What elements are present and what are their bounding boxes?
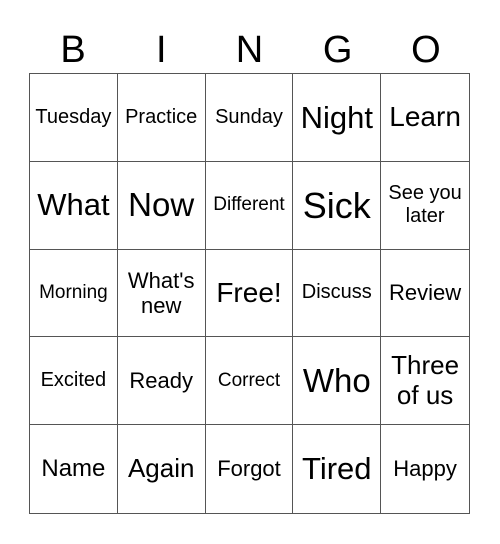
bingo-cell[interactable]: Three of us [381,337,469,426]
header-letter-o: O [411,29,441,71]
bingo-cell[interactable]: Discuss [293,249,382,338]
bingo-cell[interactable]: Learn [381,74,469,162]
bingo-cell[interactable]: Happy [381,425,469,513]
bingo-cell[interactable]: Review [381,250,469,338]
bingo-cell[interactable]: Name [30,425,118,513]
header-letter-g: G [322,29,353,71]
bingo-cell[interactable]: Again [118,425,206,513]
bingo-cell[interactable]: Sick [293,161,382,250]
bingo-cell[interactable]: Tuesday [30,74,118,162]
bingo-cell[interactable]: What's new [117,249,206,338]
bingo-cell[interactable]: Ready [117,337,206,426]
header-letter-b: B [60,29,86,71]
bingo-cell[interactable]: Practice [117,74,206,162]
bingo-header: B I N G O [29,28,470,72]
bingo-cell[interactable]: Morning [30,249,118,338]
free-space-cell[interactable]: Free! [205,249,294,338]
bingo-cell[interactable]: Tired [293,425,382,513]
header-letter-n: N [235,29,264,71]
bingo-cell[interactable]: Who [293,337,382,426]
bingo-card-grid: Tuesday Practice Sunday Night Learn What… [29,73,470,514]
bingo-cell[interactable]: Excited [30,337,118,426]
bingo-cell[interactable]: Now [117,161,206,250]
bingo-cell[interactable]: See you later [381,162,469,250]
bingo-cell[interactable]: Night [293,74,382,162]
bingo-cell[interactable]: What [30,161,118,250]
bingo-cell[interactable]: Different [205,161,294,250]
bingo-cell[interactable]: Sunday [205,74,294,162]
bingo-cell[interactable]: Forgot [206,425,294,513]
header-letter-i: I [156,29,167,71]
bingo-cell[interactable]: Correct [205,337,294,426]
